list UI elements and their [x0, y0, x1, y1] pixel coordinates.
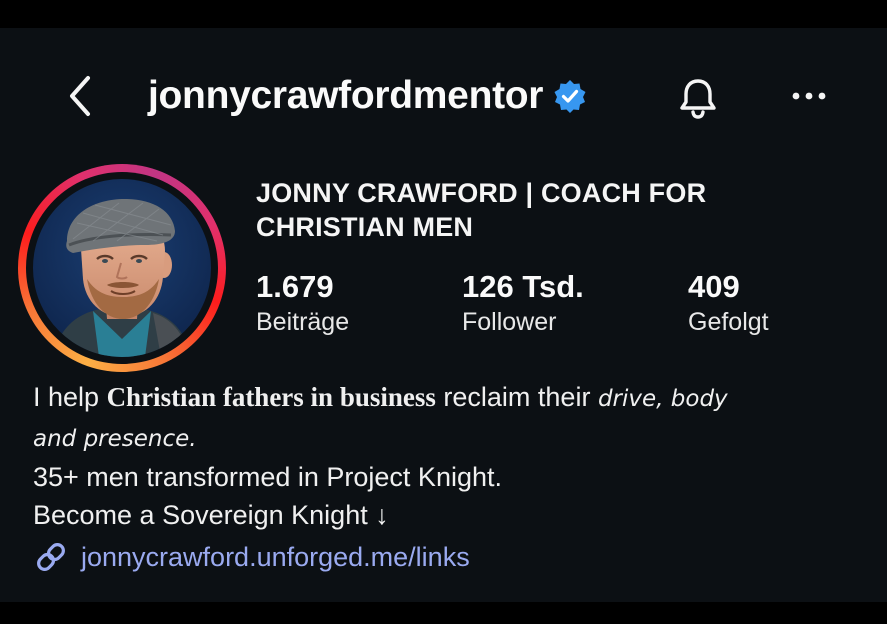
bio-line-1: I help Christian fathers in business rec…: [33, 378, 853, 418]
profile-username: jonnycrawfordmentor: [148, 74, 587, 118]
top-bar: jonnycrawfordmentor: [0, 28, 887, 158]
profile-display-name: JONNY CRAWFORD | COACH FOR CHRISTIAN MEN: [256, 178, 707, 242]
verified-badge-icon: [553, 79, 587, 113]
bio-line-3: 35+ men transformed in Project Knight.: [33, 462, 502, 492]
bio-text: reclaim their: [435, 382, 598, 412]
bio-italic-text: drive: [597, 386, 657, 412]
stat-following-label: Gefolgt: [688, 308, 769, 336]
stat-followers[interactable]: 126 Tsd. Follower: [462, 268, 584, 338]
bio-text: I help: [33, 382, 107, 412]
bio-italic-text: ,: [656, 386, 671, 412]
bell-icon: [680, 79, 716, 119]
profile-link-text: jonnycrawford.unforged.me/links: [81, 542, 470, 572]
more-options-button[interactable]: [786, 78, 832, 114]
bio-line-4: Become a Sovereign Knight ↓: [33, 500, 389, 530]
bio-bold-text: Christian fathers in business: [106, 382, 436, 412]
bio-italic-text: body: [670, 386, 728, 412]
more-horizontal-icon: [792, 92, 826, 100]
profile-screen: jonnycrawfordmentor JONNY CRAWFORD | COA…: [0, 28, 887, 602]
bio-italic-text: and presence: [33, 426, 190, 452]
bio-line-2: and presence.: [33, 418, 853, 458]
stat-posts-label: Beiträge: [256, 308, 350, 336]
bio-text: .: [189, 426, 197, 452]
chevron-left-icon: [70, 76, 90, 116]
notifications-button[interactable]: [672, 72, 724, 124]
stat-posts-value: 1.679: [256, 269, 334, 304]
link-icon: [37, 543, 65, 571]
profile-bio: I help Christian fathers in business rec…: [33, 378, 853, 534]
stat-followers-value: 126 Tsd.: [462, 269, 584, 304]
stat-following-value: 409: [688, 269, 740, 304]
profile-avatar-story-ring[interactable]: [18, 164, 226, 372]
avatar: [33, 179, 211, 357]
profile-link[interactable]: jonnycrawford.unforged.me/links: [33, 538, 470, 576]
username-text: jonnycrawfordmentor: [148, 74, 544, 117]
stat-posts[interactable]: 1.679 Beiträge: [256, 268, 349, 338]
stat-following[interactable]: 409 Gefolgt: [688, 268, 769, 338]
back-button[interactable]: [60, 72, 100, 120]
stat-followers-label: Follower: [462, 308, 557, 336]
